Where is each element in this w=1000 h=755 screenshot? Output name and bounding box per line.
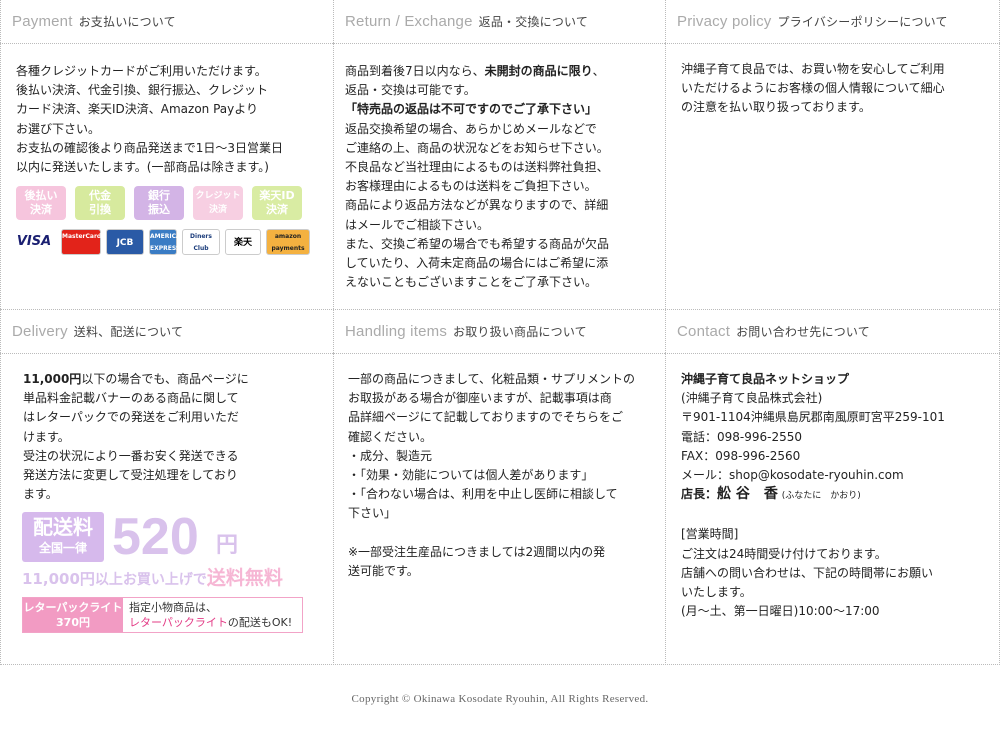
card-brand-logo: 楽天	[225, 229, 261, 255]
letterpack-box: レターパックライト 370円 指定小物商品は、 レターパックライトの配送もOK!	[22, 597, 303, 633]
section-title: Return / Exchange 返品・交換について	[345, 13, 589, 30]
shipping-fee-yen: 円	[216, 532, 239, 557]
section-header: Return / Exchange 返品・交換について	[333, 0, 665, 44]
contact-info: 沖縄子育て良品ネットショップ (沖縄子育て良品株式会社) 〒901-1104沖縄…	[681, 370, 997, 621]
shipping-fee-price: 520	[112, 508, 199, 566]
shop-name: 沖縄子育て良品ネットショップ	[681, 372, 850, 386]
letterpack-badge: レターパックライト 370円	[23, 598, 123, 632]
card-brand-logo: AMERICAN EXPRESS	[149, 229, 186, 255]
section-header: Payment お支払いについて	[0, 0, 333, 44]
business-hours: [営業時間] ご注文は24時間受け付けております。 店舗への問い合わせは、下記の…	[681, 527, 934, 619]
free-shipping-line: 11,000円以上お買い上げで送料無料	[22, 567, 283, 589]
card-brand-logo: JCB	[106, 229, 144, 255]
section-title: Handling items お取り扱い商品について	[345, 323, 587, 340]
section-header: Contact お問い合わせ先について	[665, 310, 1000, 354]
info-grid: Payment お支払いについて 各種クレジットカードがご利用いただけます。 後払…	[0, 0, 1000, 665]
payment-text: 各種クレジットカードがご利用いただけます。 後払い決済、代金引換、銀行振込、クレ…	[16, 64, 284, 175]
address: 〒901-1104沖縄県島尻郡南風原町宮平259-101	[681, 410, 945, 425]
privacy-text: 沖縄子育て良品では、お買い物を安心してご利用 いただけるようにお客様の個人情報に…	[681, 62, 945, 115]
phone: 電話：098-996-2550	[681, 429, 803, 444]
delivery-text: 11,000円以下の場合でも、商品ページに 単品料金記載バナーのある商品に関して…	[23, 372, 249, 502]
section-title: Privacy policy プライバシーポリシーについて	[677, 13, 948, 30]
section-title: Delivery 送料、配送について	[12, 323, 184, 340]
letterpack-note: 指定小物商品は、 レターパックライトの配送もOK!	[129, 601, 293, 629]
handling-text: 一部の商品につきまして、化粧品類・サプリメントの お取扱がある場合が御座いますが…	[348, 372, 636, 579]
payment-method-badge: 後払い 決済	[16, 186, 66, 220]
return-section: Return / Exchange 返品・交換について 商品到着後7日以内なら、未…	[333, 0, 665, 309]
payment-method-badge: 代金 引換	[75, 186, 125, 220]
fax: FAX：098-996-2560	[681, 448, 801, 463]
return-text: 商品到着後7日以内なら、未開封の商品に限り、 返品・交換は可能です。 「特売品の…	[345, 64, 610, 290]
card-brand-logo: amazon payments	[266, 229, 310, 255]
shipping-fee-badge: 配送料 全国一律	[22, 512, 104, 562]
section-title: Contact お問い合わせ先について	[677, 323, 870, 340]
card-brand-logo: MasterCard	[61, 229, 101, 255]
section-title: Payment お支払いについて	[12, 13, 176, 30]
payment-method-badge: クレジット 決済	[193, 186, 243, 220]
privacy-section: Privacy policy プライバシーポリシーについて 沖縄子育て良品では、お…	[665, 0, 1000, 309]
payment-method-badge: 銀行 振込	[134, 186, 184, 220]
handling-section: Handling items お取り扱い商品について 一部の商品につきまして、化粧…	[333, 310, 665, 665]
email: メール：shop@kosodate-ryouhin.com	[681, 468, 904, 483]
section-header: Privacy policy プライバシーポリシーについて	[665, 0, 1000, 44]
payment-section: Payment お支払いについて 各種クレジットカードがご利用いただけます。 後払…	[0, 0, 333, 309]
copyright: Copyright © Okinawa Kosodate Ryouhin, Al…	[351, 693, 649, 705]
payment-method-badge: 楽天ID 決済	[252, 186, 302, 220]
section-header: Handling items お取り扱い商品について	[333, 310, 665, 354]
card-brand-logo: VISA	[12, 229, 56, 255]
contact-section: Contact お問い合わせ先について 沖縄子育て良品ネットショップ (沖縄子育て…	[665, 310, 1000, 665]
company-name: (沖縄子育て良品株式会社)	[681, 391, 823, 406]
manager: 店長：舩 谷 香 (ふなたに かおり)	[681, 486, 861, 503]
section-header: Delivery 送料、配送について	[0, 310, 333, 354]
card-brand-logo: Diners Club	[182, 229, 220, 255]
